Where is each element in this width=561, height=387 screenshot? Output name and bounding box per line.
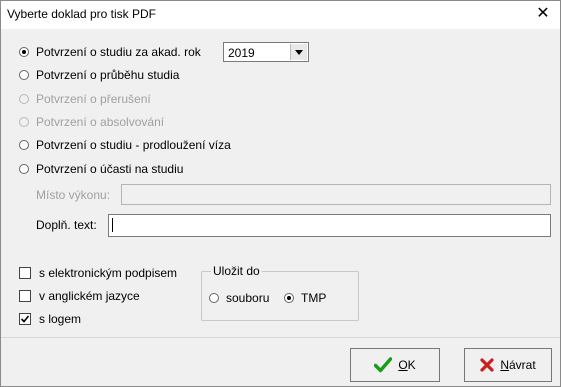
ulozit-do-title: Uložit do: [211, 264, 262, 278]
checkbox-label: s elektronickým podpisem: [39, 266, 178, 280]
radio-label: Potvrzení o absolvování: [36, 115, 165, 129]
checkbox-label: s logem: [39, 312, 82, 326]
radio-indicator-icon[interactable]: [19, 164, 29, 174]
checkmark-icon: [20, 315, 30, 323]
radio-ucast-na-studiu[interactable]: Potvrzení o účasti na studiu: [19, 160, 183, 178]
misto-vykonu-label: Místo výkonu:: [36, 188, 111, 202]
checkbox-s-logem[interactable]: s logem: [19, 310, 81, 328]
close-button[interactable]: ✕: [532, 4, 554, 24]
x-icon: [480, 358, 494, 372]
dropdown-arrow-button[interactable]: [290, 44, 307, 60]
ok-button[interactable]: OK: [350, 348, 440, 382]
checkbox-anglicky-jazyk[interactable]: v anglickém jazyce: [19, 287, 140, 305]
radio-prubeh-studia[interactable]: Potvrzení o průběhu studia: [19, 66, 179, 84]
dopln-text-field[interactable]: [108, 214, 551, 237]
radio-souboru[interactable]: souboru: [209, 289, 269, 307]
checkbox-label: v anglickém jazyce: [39, 289, 140, 303]
text-cursor: [112, 218, 113, 232]
radio-label: Potvrzení o studiu - prodloužení víza: [36, 138, 231, 152]
radio-indicator-icon[interactable]: [209, 293, 219, 303]
chevron-down-icon: [295, 50, 303, 55]
title-bar: Vyberte doklad pro tisk PDF ✕: [1, 1, 560, 29]
navrat-button[interactable]: Návrat: [464, 348, 552, 382]
dialog-window: Vyberte doklad pro tisk PDF ✕ Potvrzení …: [0, 0, 561, 387]
year-select-value: 2019: [228, 46, 255, 60]
radio-absolvovani: Potvrzení o absolvování: [19, 113, 164, 131]
ok-button-label: OK: [398, 358, 416, 372]
radio-preruseni: Potvrzení o přerušení: [19, 90, 151, 108]
radio-label: TMP: [301, 291, 327, 305]
radio-indicator-disabled-icon: [19, 94, 29, 104]
checkbox-elektronicky-podpis[interactable]: s elektronickým podpisem: [19, 264, 177, 282]
radio-tmp[interactable]: TMP: [284, 289, 326, 307]
radio-indicator-checked-icon[interactable]: [284, 293, 294, 303]
radio-label: Potvrzení o průběhu studia: [36, 68, 180, 82]
footer-separator: [1, 337, 560, 338]
radio-label: Potvrzení o účasti na studiu: [36, 162, 184, 176]
navrat-button-label: Návrat: [500, 358, 536, 372]
checkbox-checked-icon[interactable]: [19, 313, 31, 325]
radio-label: souboru: [226, 291, 270, 305]
checkbox-unchecked-icon[interactable]: [19, 290, 31, 302]
radio-studium-akad-rok[interactable]: Potvrzení o studiu za akad. rok: [19, 43, 201, 61]
dopln-text-label: Doplň. text:: [36, 218, 97, 232]
year-select[interactable]: 2019: [223, 42, 309, 62]
radio-indicator-icon[interactable]: [19, 70, 29, 80]
radio-label: Potvrzení o studiu za akad. rok: [36, 45, 201, 59]
checkbox-unchecked-icon[interactable]: [19, 267, 31, 279]
radio-indicator-icon[interactable]: [19, 140, 29, 150]
window-title: Vyberte doklad pro tisk PDF: [7, 7, 156, 21]
radio-label: Potvrzení o přerušení: [36, 92, 151, 106]
misto-vykonu-field: [121, 184, 551, 205]
check-icon: [374, 357, 393, 373]
radio-prodlouzeni-viza[interactable]: Potvrzení o studiu - prodloužení víza: [19, 136, 231, 154]
radio-indicator-disabled-icon: [19, 117, 29, 127]
radio-indicator-checked-icon[interactable]: [19, 47, 29, 57]
